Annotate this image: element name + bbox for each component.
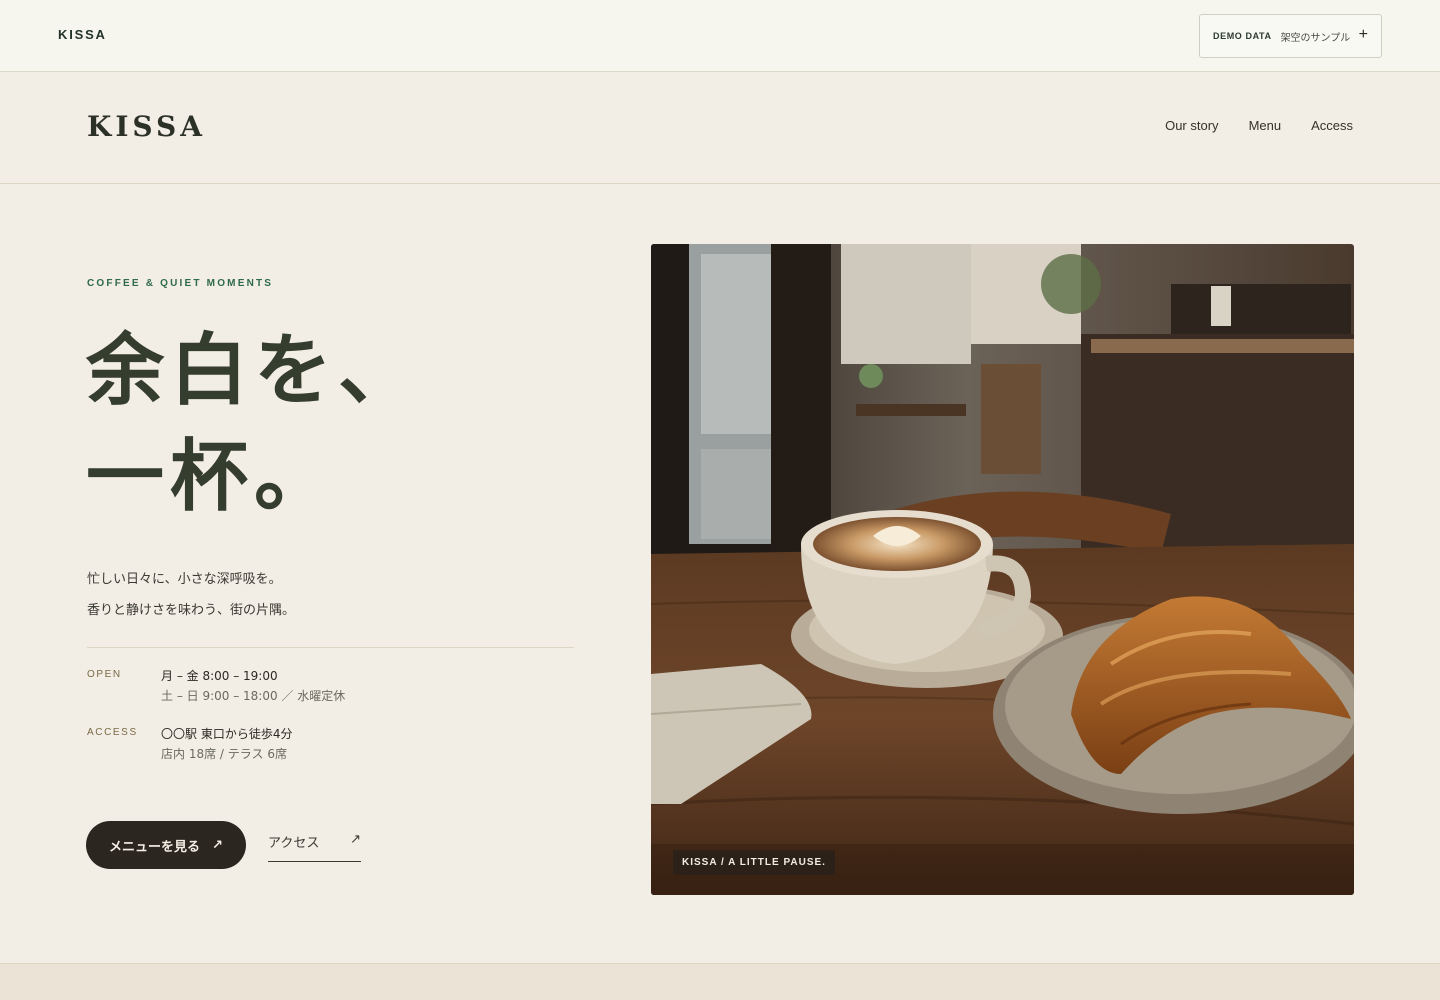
- site-header: KISSA Our story Menu Access: [0, 72, 1440, 184]
- hero-lead: 忙しい日々に、小さな深呼吸を。 香りと静けさを味わう、街の片隅。: [87, 564, 295, 626]
- site-logo[interactable]: KISSA: [87, 110, 206, 143]
- info-access: ACCESS 〇〇駅 東口から徒歩4分 店内 18席 / テラス 6席: [87, 724, 292, 764]
- hero-title-line-1: 余白を、: [86, 325, 423, 416]
- nav-link-access[interactable]: Access: [1311, 118, 1353, 133]
- demo-data-tag: DEMO DATA: [1213, 31, 1272, 41]
- demo-bar: KISSA DEMO DATA 架空のサンプル +: [0, 0, 1440, 72]
- info-open: OPEN 月 – 金 8:00 – 19:00 土 – 日 9:00 – 18:…: [87, 666, 345, 706]
- arrow-up-right-icon: ↗: [212, 837, 223, 853]
- next-section-band: [0, 963, 1440, 1000]
- access-link[interactable]: アクセス ↗: [268, 826, 361, 862]
- demo-brand: KISSA: [58, 27, 107, 42]
- photo-caption: KISSA / A LITTLE PAUSE.: [673, 850, 835, 875]
- info-access-label: ACCESS: [87, 727, 138, 738]
- info-open-weekday: 月 – 金 8:00 – 19:00: [161, 669, 278, 683]
- plus-icon: +: [1358, 26, 1368, 43]
- hero-title: 余白を、 一杯。: [86, 318, 422, 530]
- hero-lead-line-1: 忙しい日々に、小さな深呼吸を。: [87, 572, 282, 587]
- nav-link-menu[interactable]: Menu: [1249, 118, 1282, 133]
- demo-data-chip[interactable]: DEMO DATA 架空のサンプル +: [1199, 14, 1382, 58]
- arrow-up-right-icon: ↗: [350, 832, 361, 847]
- hero-eyebrow: COFFEE & QUIET MOMENTS: [87, 278, 274, 289]
- info-open-hours: 月 – 金 8:00 – 19:00 土 – 日 9:00 – 18:00 ／ …: [161, 666, 345, 706]
- nav-link-our-story[interactable]: Our story: [1165, 118, 1218, 133]
- info-access-details: 〇〇駅 東口から徒歩4分 店内 18席 / テラス 6席: [161, 724, 292, 764]
- info-access-seats: 店内 18席 / テラス 6席: [161, 747, 287, 761]
- info-open-label: OPEN: [87, 669, 122, 680]
- info-access-station: 〇〇駅 東口から徒歩4分: [161, 727, 293, 741]
- view-menu-label: メニューを見る: [109, 838, 201, 854]
- main-nav: Our story Menu Access: [1165, 118, 1353, 133]
- demo-data-label: 架空のサンプル: [1280, 32, 1351, 44]
- view-menu-button[interactable]: メニューを見る ↗: [86, 821, 246, 869]
- hero-title-line-2: 一杯。: [86, 431, 339, 522]
- hero-divider: [87, 647, 574, 648]
- info-open-weekend: 土 – 日 9:00 – 18:00 ／ 水曜定休: [161, 689, 346, 703]
- access-link-label: アクセス: [268, 836, 320, 851]
- hero-photo: KISSA / A LITTLE PAUSE.: [651, 244, 1354, 895]
- cafe-photo-illustration: [651, 244, 1354, 895]
- hero-lead-line-2: 香りと静けさを味わう、街の片隅。: [87, 603, 296, 618]
